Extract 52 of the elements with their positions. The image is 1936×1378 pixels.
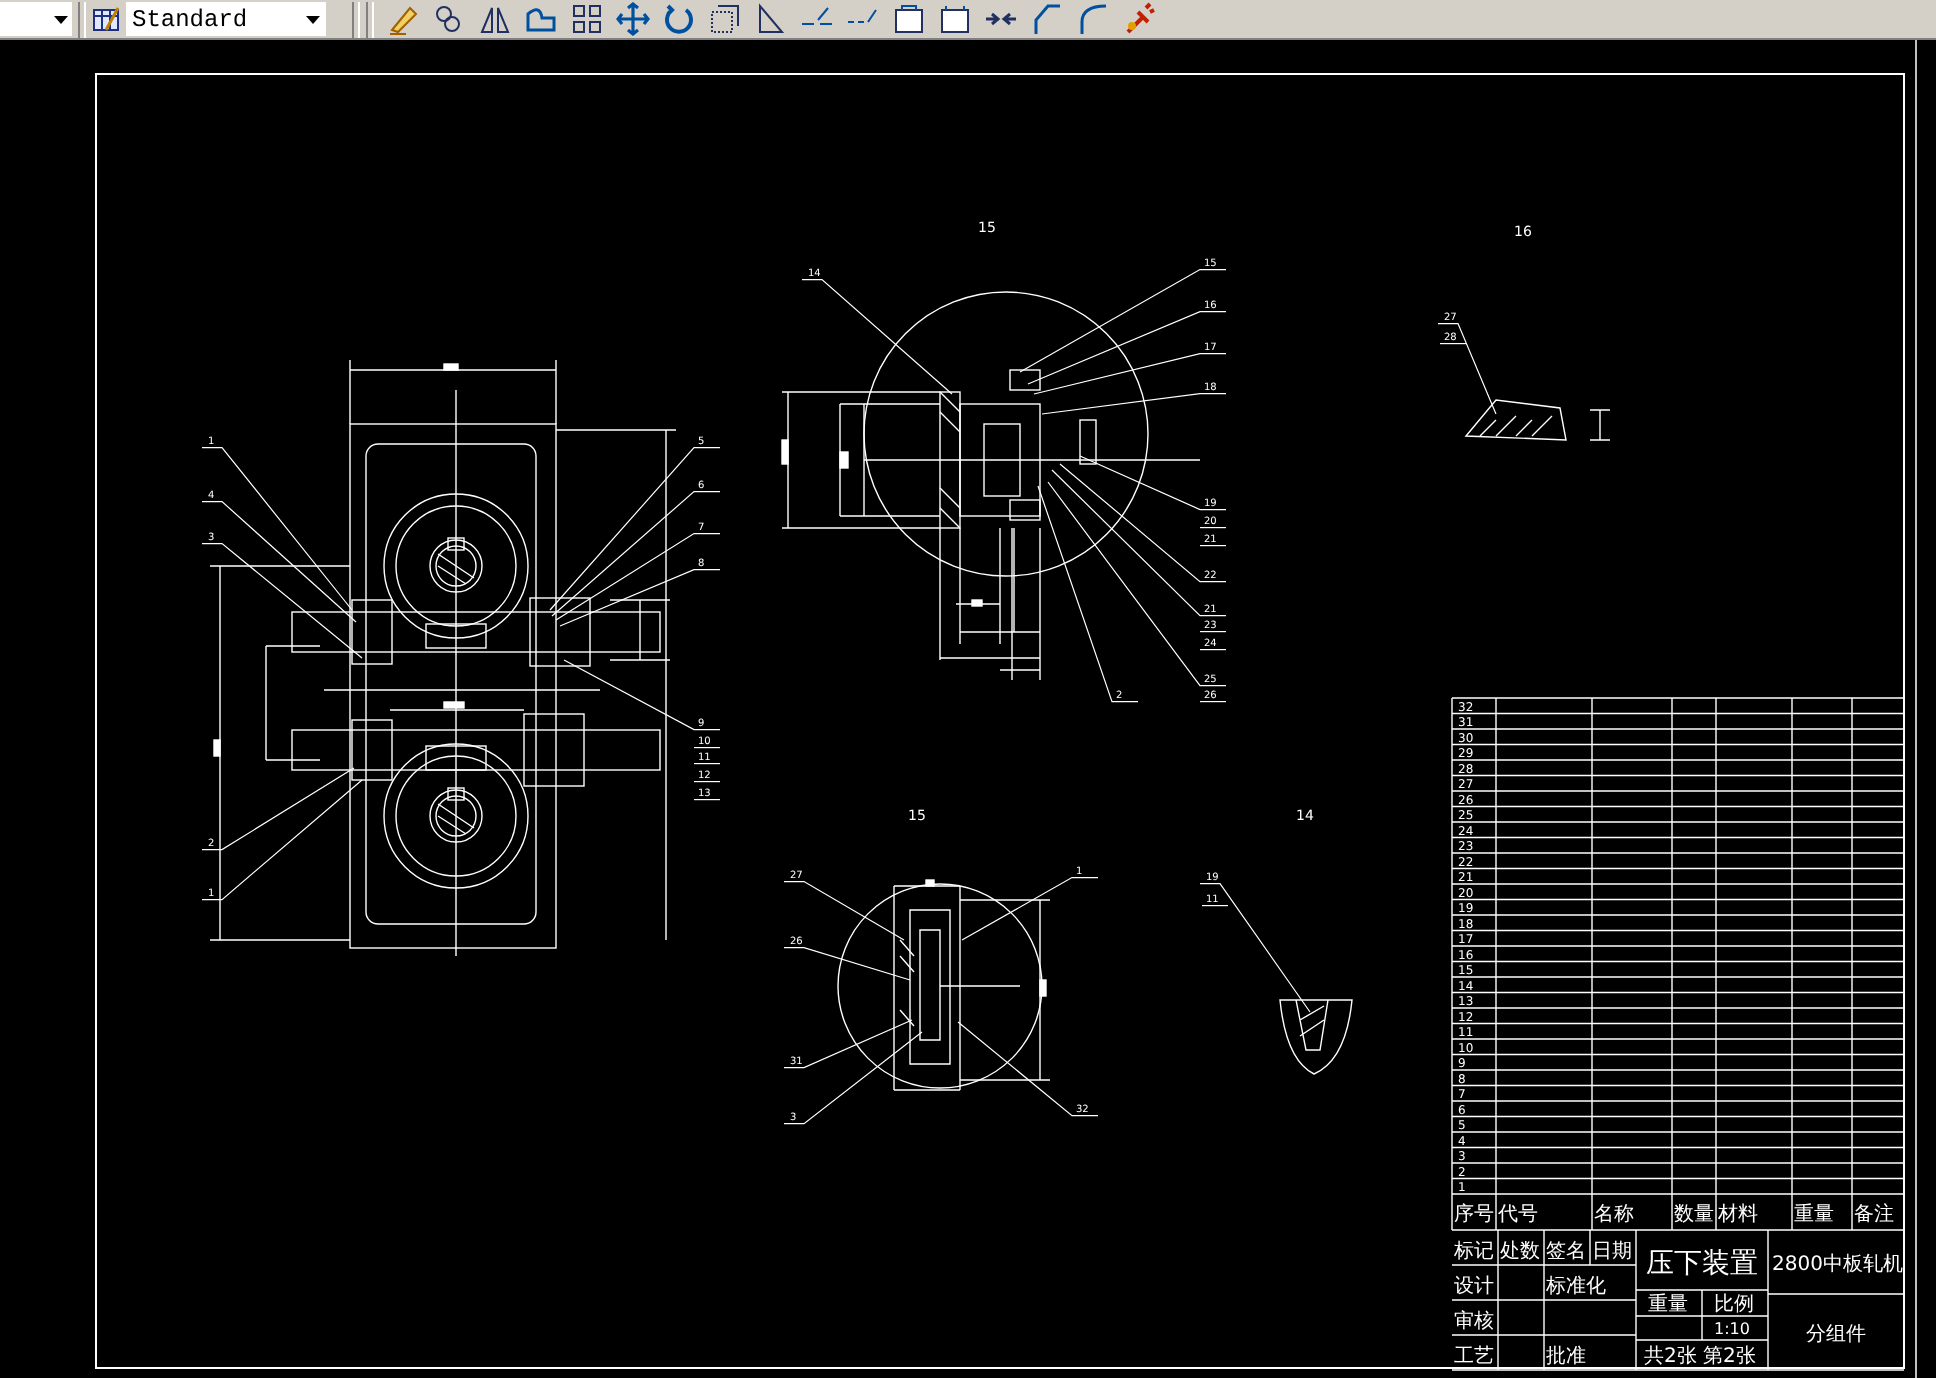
sparkle-icon[interactable] — [1122, 2, 1156, 36]
leader-line — [693, 747, 721, 749]
triangle-icon[interactable] — [754, 2, 788, 36]
title-block-label: 签名 — [1546, 1241, 1586, 1263]
title-block-label: 设计 — [1454, 1276, 1494, 1298]
dropdown-field[interactable] — [0, 2, 72, 36]
column-header: 材料 — [1718, 1204, 1758, 1226]
title-block-label: 比例 — [1714, 1294, 1754, 1316]
rectangle-icon[interactable] — [938, 2, 972, 36]
sheet-count: 共2张 第2张 — [1644, 1346, 1756, 1368]
leader-line — [693, 799, 721, 801]
leader-line — [693, 763, 721, 765]
rotate-icon[interactable] — [662, 2, 696, 36]
text-style-dropdown[interactable]: Standard — [126, 2, 326, 36]
pencil-icon[interactable] — [386, 2, 420, 36]
caret-icon — [306, 15, 320, 23]
title-block-label: 日期 — [1592, 1241, 1632, 1263]
column-header: 备注 — [1854, 1204, 1894, 1226]
leader-line — [783, 947, 911, 981]
leader-line — [1199, 701, 1227, 703]
mirror-icon[interactable] — [478, 2, 512, 36]
column-header: 数量 — [1674, 1204, 1714, 1226]
title-block-label: 批准 — [1546, 1346, 1586, 1368]
column-header: 名称 — [1594, 1204, 1634, 1226]
title-block-label: 标准化 — [1546, 1276, 1606, 1298]
title-block-label: 处数 — [1500, 1241, 1540, 1263]
leader-line — [957, 1021, 1099, 1117]
scale-value: 1:10 — [1714, 1320, 1750, 1338]
leader-line — [783, 881, 905, 941]
square-icon[interactable] — [708, 2, 742, 36]
rectangle-icon[interactable] — [892, 2, 926, 36]
title-block-label: 标记 — [1454, 1241, 1494, 1263]
curve-icon[interactable] — [1076, 2, 1110, 36]
leader-line — [961, 877, 1099, 941]
caret-icon — [54, 15, 68, 23]
column-header: 重量 — [1794, 1204, 1834, 1226]
project-name: 2800中板轧机 — [1772, 1254, 1903, 1276]
title-block-label: 审核 — [1454, 1311, 1494, 1333]
column-header: 代号 — [1498, 1204, 1538, 1226]
circles-icon[interactable] — [432, 2, 466, 36]
cone-section-drawing — [1279, 999, 1353, 1075]
corner-icon[interactable] — [1030, 2, 1064, 36]
offset-icon[interactable] — [524, 2, 558, 36]
title-block-label: 工艺 — [1454, 1346, 1494, 1368]
grid-icon[interactable] — [570, 2, 604, 36]
column-header: 序号 — [1454, 1204, 1494, 1226]
drawing-title: 压下装置 — [1646, 1248, 1758, 1280]
title-block-label: 重量 — [1648, 1294, 1688, 1316]
cross-arrows-icon[interactable] — [616, 2, 650, 36]
drawing-type: 分组件 — [1806, 1324, 1866, 1346]
leader-line — [693, 781, 721, 783]
table-icon[interactable] — [92, 5, 120, 33]
